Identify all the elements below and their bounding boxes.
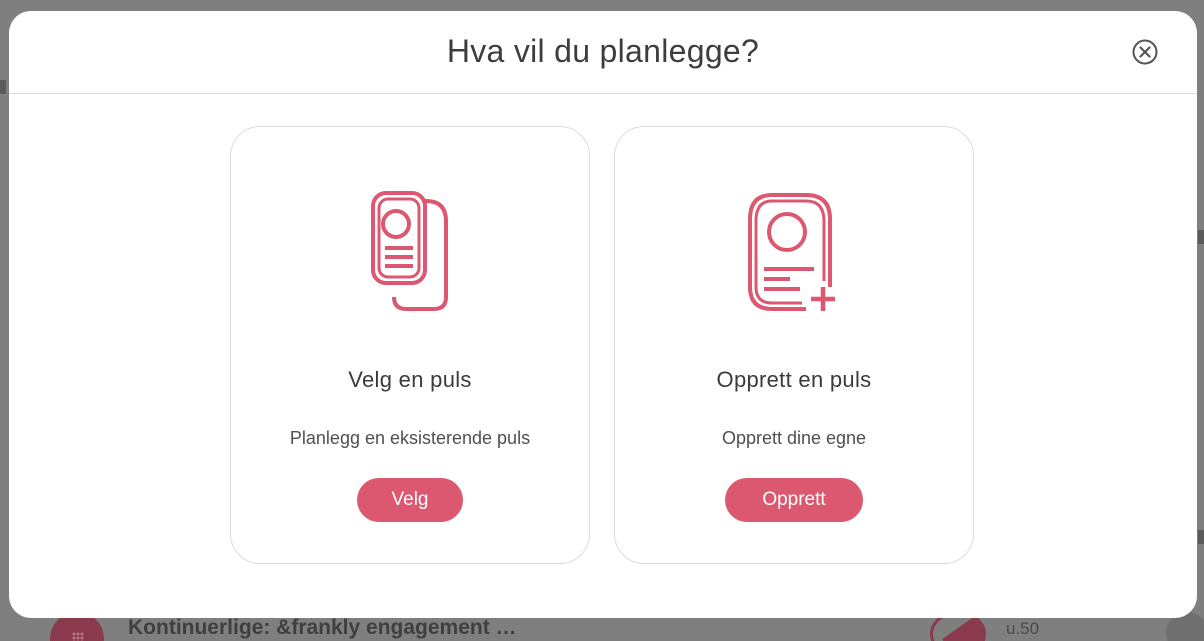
background-row-title: Kontinuerlige: &frankly engagement … [128,616,517,639]
option-card-create-pulse[interactable]: Opprett en puls Opprett dine egne Oppret… [614,126,974,564]
modal-header: Hva vil du planlegge? [9,11,1197,94]
background-edge-mark [1198,230,1204,244]
plan-modal: Hva vil du planlegge? Velg en puls Planl… [9,11,1197,618]
create-button[interactable]: Opprett [725,478,863,522]
background-row-week: u.50 [1006,619,1040,638]
option-title: Velg en puls [348,367,472,392]
pill-icon [930,614,986,641]
option-description: Planlegg en eksisterende puls [289,428,531,448]
select-button[interactable]: Velg [357,478,463,522]
modal-title: Hva vil du planlegge? [446,33,760,69]
option-card-select-pulse[interactable]: Velg en puls Planlegg en eksisterende pu… [230,126,590,564]
document-add-icon [615,191,973,315]
background-edge-mark [1198,530,1204,544]
close-icon[interactable] [1131,38,1159,66]
documents-copy-icon [231,191,589,315]
option-description: Opprett dine egne [721,428,867,448]
option-title: Opprett en puls [716,367,872,392]
background-edge-mark [0,80,6,94]
